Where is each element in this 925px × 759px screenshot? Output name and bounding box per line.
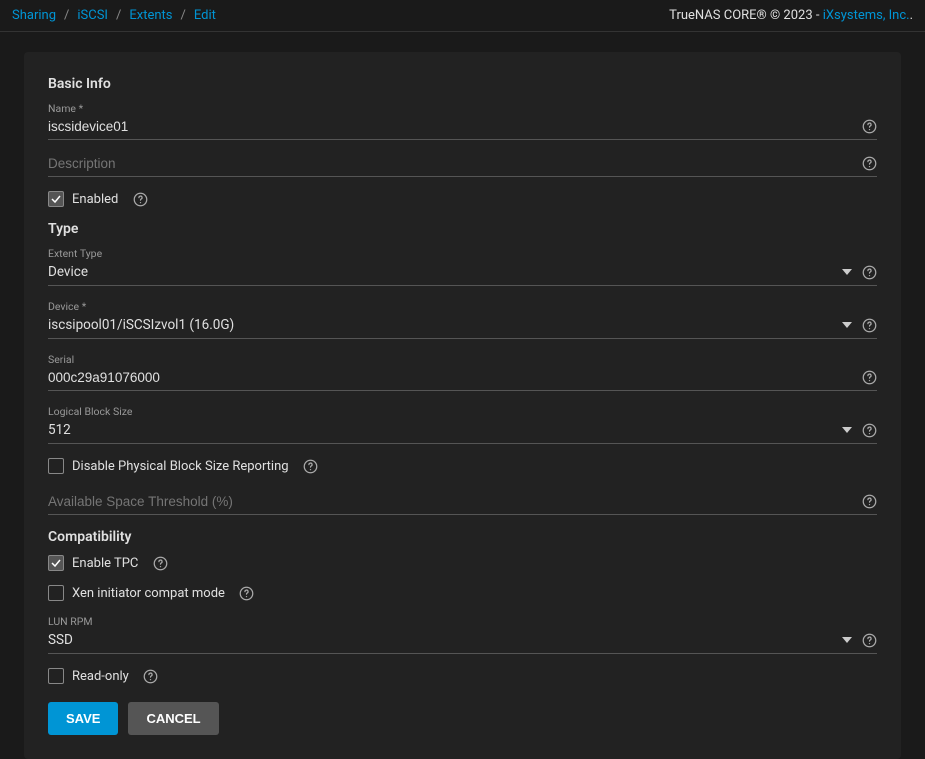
name-input[interactable] <box>48 117 855 136</box>
edit-extent-form: Basic Info Name * Enabled Type Extent Ty… <box>24 52 901 759</box>
enable-tpc-label: Enable TPC <box>72 556 138 571</box>
help-icon[interactable] <box>303 458 319 474</box>
help-icon[interactable] <box>861 264 877 280</box>
breadcrumb-sharing[interactable]: Sharing <box>12 8 56 23</box>
disable-pbs-row: Disable Physical Block Size Reporting <box>48 458 877 474</box>
extent-type-field: Extent Type Device <box>48 247 877 286</box>
device-select[interactable]: iscsipool01/iSCSIzvol1 (16.0G) <box>48 315 877 339</box>
lbs-label: Logical Block Size <box>48 405 877 418</box>
threshold-field <box>48 492 877 515</box>
section-compatibility: Compatibility <box>48 529 877 545</box>
readonly-row: Read-only <box>48 668 877 684</box>
help-icon[interactable] <box>152 555 168 571</box>
help-icon[interactable] <box>861 632 877 648</box>
breadcrumb-sep: / <box>116 8 121 23</box>
ixsystems-link[interactable]: iXsystems, Inc. <box>823 8 910 23</box>
breadcrumb-extents[interactable]: Extents <box>129 8 172 23</box>
extent-type-select[interactable]: Device <box>48 262 877 286</box>
breadcrumbs: Sharing / iSCSI / Extents / Edit <box>12 8 216 23</box>
description-field <box>48 154 877 177</box>
caret-down-icon <box>841 634 853 646</box>
help-icon[interactable] <box>861 370 877 386</box>
logical-block-size-field: Logical Block Size 512 <box>48 405 877 444</box>
serial-label: Serial <box>48 353 877 366</box>
topbar: Sharing / iSCSI / Extents / Edit TrueNAS… <box>0 0 925 32</box>
help-icon[interactable] <box>861 317 877 333</box>
cancel-button[interactable]: CANCEL <box>128 702 218 735</box>
caret-down-icon <box>841 319 853 331</box>
name-label: Name * <box>48 102 877 115</box>
help-icon[interactable] <box>861 119 877 135</box>
xen-compat-checkbox[interactable] <box>48 585 64 601</box>
device-field: Device * iscsipool01/iSCSIzvol1 (16.0G) <box>48 300 877 339</box>
caret-down-icon <box>841 266 853 278</box>
breadcrumb-edit[interactable]: Edit <box>194 8 216 23</box>
breadcrumb-iscsi[interactable]: iSCSI <box>77 8 108 23</box>
description-input[interactable] <box>48 154 855 173</box>
breadcrumb-sep: / <box>64 8 69 23</box>
name-field: Name * <box>48 102 877 140</box>
xen-compat-label: Xen initiator compat mode <box>72 586 225 601</box>
serial-input[interactable] <box>48 368 855 387</box>
help-icon[interactable] <box>861 422 877 438</box>
help-icon[interactable] <box>861 494 877 510</box>
help-icon[interactable] <box>143 668 159 684</box>
form-buttons: SAVE CANCEL <box>48 702 877 735</box>
serial-field: Serial <box>48 353 877 391</box>
lun-rpm-field: LUN RPM SSD <box>48 615 877 654</box>
threshold-input[interactable] <box>48 492 855 511</box>
help-icon[interactable] <box>861 156 877 172</box>
readonly-checkbox[interactable] <box>48 668 64 684</box>
lbs-select[interactable]: 512 <box>48 420 877 444</box>
breadcrumb-sep: / <box>181 8 186 23</box>
device-label: Device * <box>48 300 877 313</box>
enable-tpc-checkbox[interactable] <box>48 555 64 571</box>
copyright-text: TrueNAS CORE® © 2023 - <box>669 8 823 23</box>
lun-rpm-label: LUN RPM <box>48 615 877 628</box>
extent-type-label: Extent Type <box>48 247 877 260</box>
copyright: TrueNAS CORE® © 2023 - iXsystems, Inc.. <box>669 8 913 23</box>
help-icon[interactable] <box>132 191 148 207</box>
caret-down-icon <box>841 424 853 436</box>
enabled-checkbox[interactable] <box>48 191 64 207</box>
lun-rpm-select[interactable]: SSD <box>48 630 877 654</box>
help-icon[interactable] <box>239 585 255 601</box>
section-basic-info: Basic Info <box>48 76 877 92</box>
xen-compat-row: Xen initiator compat mode <box>48 585 877 601</box>
disable-pbs-label: Disable Physical Block Size Reporting <box>72 459 289 474</box>
enable-tpc-row: Enable TPC <box>48 555 877 571</box>
disable-pbs-checkbox[interactable] <box>48 458 64 474</box>
section-type: Type <box>48 221 877 237</box>
enabled-label: Enabled <box>72 192 118 207</box>
save-button[interactable]: SAVE <box>48 702 118 735</box>
enabled-row: Enabled <box>48 191 877 207</box>
readonly-label: Read-only <box>72 669 129 684</box>
